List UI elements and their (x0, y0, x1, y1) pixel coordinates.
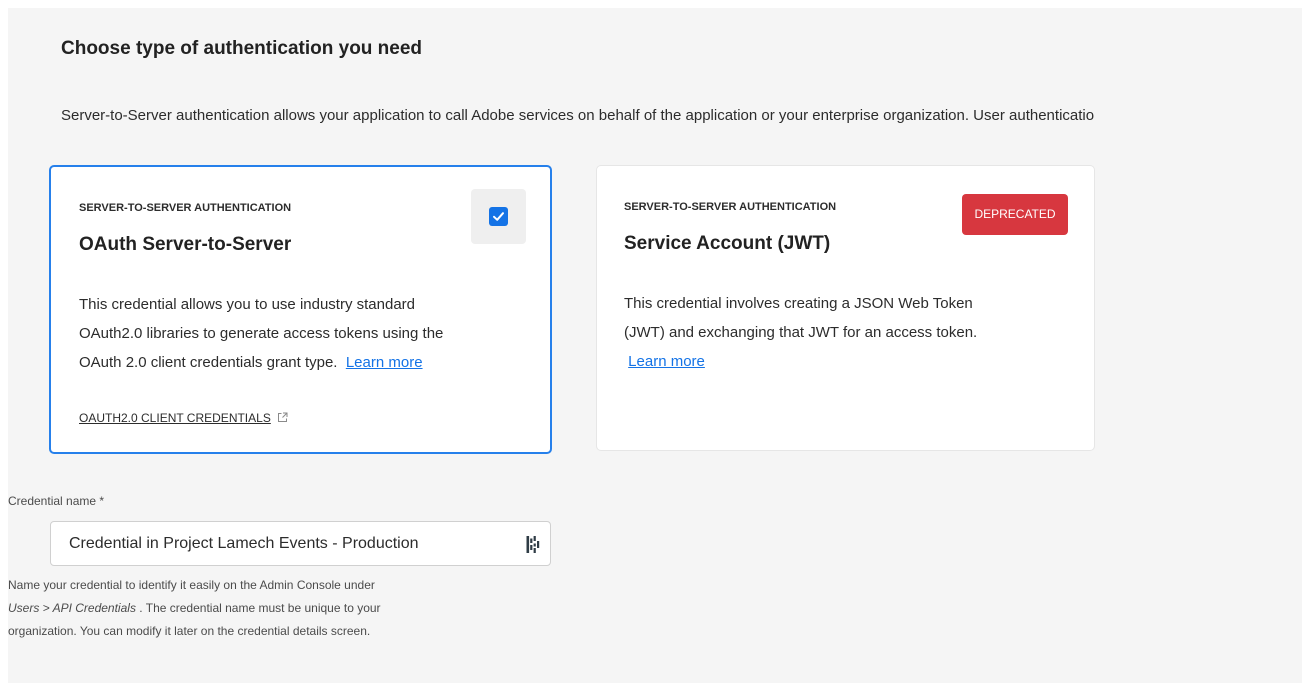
help-path: Users > API Credentials (8, 601, 136, 615)
page-title: Choose type of authentication you need (61, 38, 423, 59)
card-description-line: OAuth 2.0 client credentials grant type. (79, 354, 338, 371)
password-manager-icon[interactable] (526, 535, 540, 559)
external-link-icon (277, 412, 288, 426)
help-line: . The credential name must be unique to … (135, 601, 381, 615)
learn-more-link[interactable]: Learn more (346, 354, 423, 371)
card-title: OAuth Server-to-Server (79, 234, 292, 255)
help-line: Name your credential to identify it easi… (8, 578, 375, 592)
help-line: organization. You can modify it later on… (8, 624, 371, 638)
oauth-server-to-server-card[interactable]: SERVER-TO-SERVER AUTHENTICATION OAuth Se… (49, 165, 552, 454)
oauth-client-credentials-link[interactable]: OAUTH2.0 CLIENT CREDENTIALS (79, 411, 288, 426)
selection-tile (471, 189, 526, 244)
service-account-jwt-card[interactable]: SERVER-TO-SERVER AUTHENTICATION Service … (596, 165, 1095, 451)
card-description: This credential involves creating a JSON… (624, 289, 977, 376)
card-description-line: This credential allows you to use indust… (79, 296, 416, 313)
credential-name-label: Credential name * (8, 494, 105, 508)
selected-checkbox[interactable] (489, 207, 508, 226)
card-description-line: OAuth2.0 libraries to generate access to… (79, 325, 444, 342)
footer-link-label: OAUTH2.0 CLIENT CREDENTIALS (79, 411, 271, 425)
card-description-line: (JWT) and exchanging that JWT for an acc… (624, 324, 978, 341)
checkmark-icon (493, 212, 504, 221)
deprecated-badge: DEPRECATED (962, 194, 1068, 235)
credential-name-help: Name your credential to identify it easi… (8, 574, 381, 643)
card-description: This credential allows you to use indust… (79, 290, 443, 377)
credential-name-input[interactable]: Credential in Project Lamech Events - Pr… (50, 521, 551, 566)
page-description: Server-to-Server authentication allows y… (61, 107, 1095, 124)
credential-name-value: Credential in Project Lamech Events - Pr… (69, 535, 419, 552)
authentication-panel: Choose type of authentication you need S… (8, 8, 1302, 683)
card-eyebrow: SERVER-TO-SERVER AUTHENTICATION (624, 201, 837, 213)
card-eyebrow: SERVER-TO-SERVER AUTHENTICATION (79, 202, 292, 214)
card-description-line: This credential involves creating a JSON… (624, 295, 973, 312)
learn-more-link[interactable]: Learn more (628, 353, 705, 370)
card-title: Service Account (JWT) (624, 233, 831, 254)
